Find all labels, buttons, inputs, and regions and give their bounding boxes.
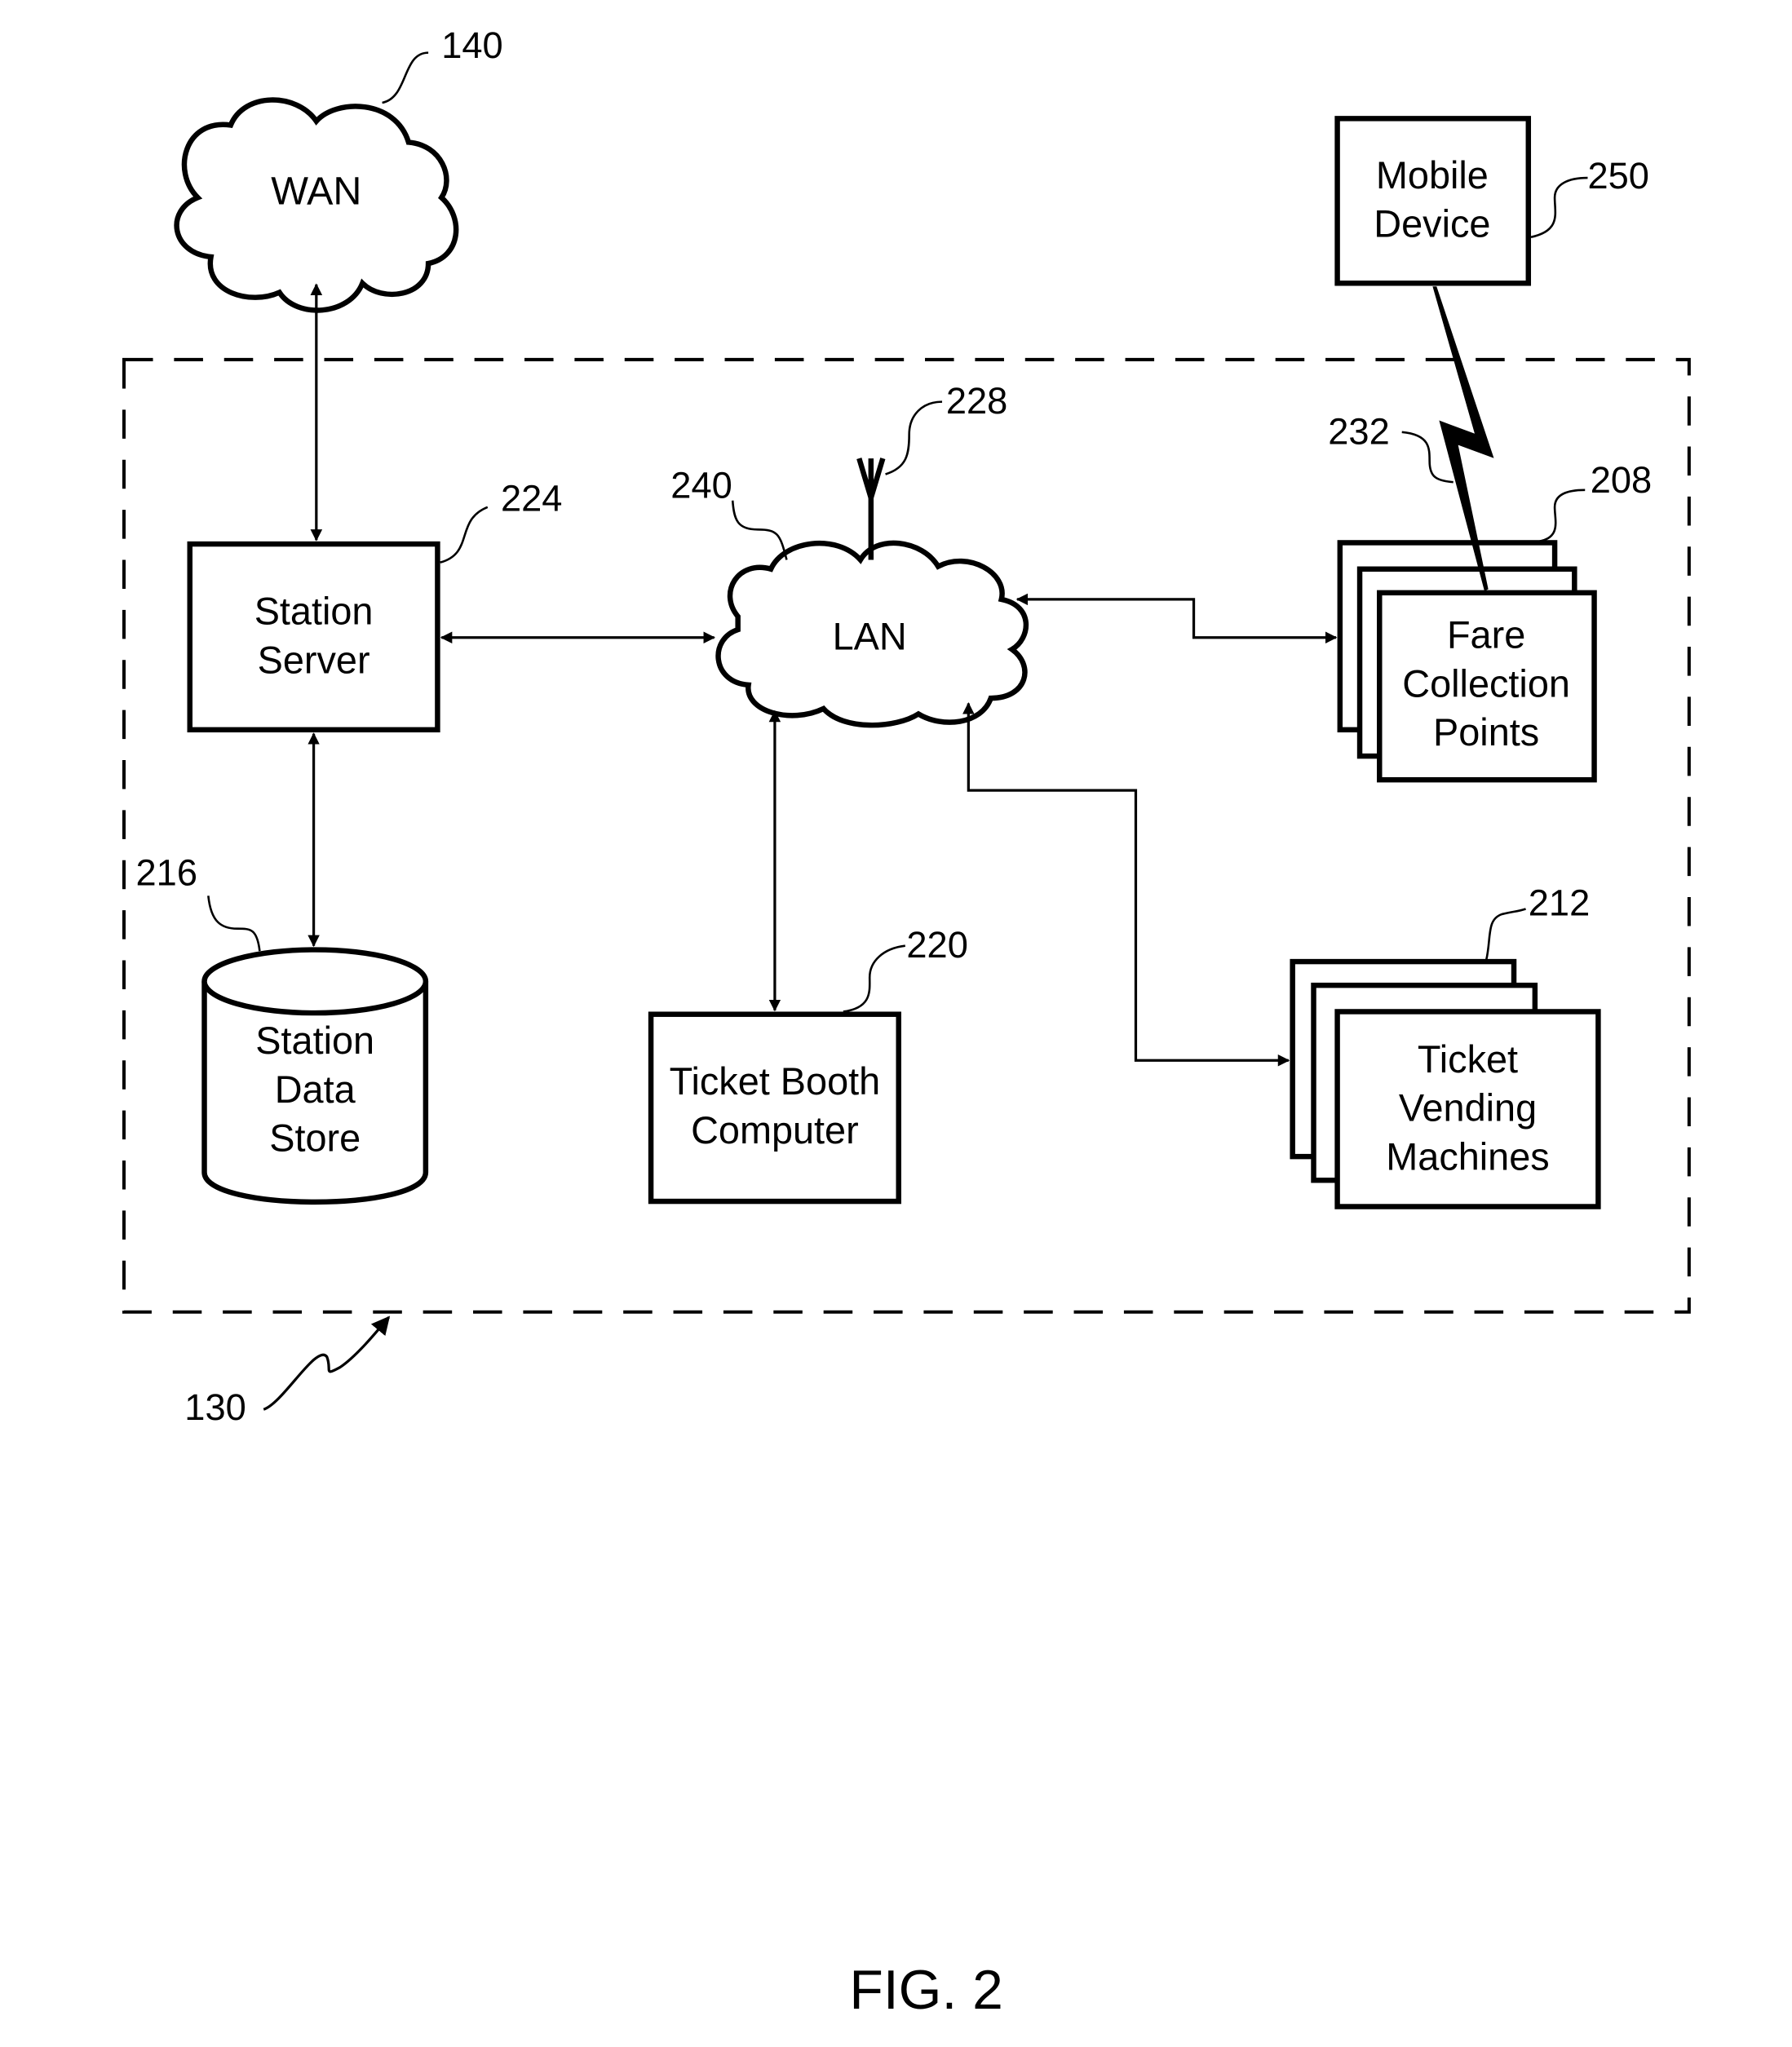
station-server-leader [440, 506, 489, 564]
mobile-device-line-1: Mobile [1376, 154, 1489, 197]
station-server-box: Station Server [187, 541, 440, 733]
ticket-booth-line-2: Computer [691, 1109, 859, 1152]
mobile-device-box: Mobile Device [1334, 116, 1532, 286]
ticket-vending-stack: Ticket Vending Machines [1290, 958, 1601, 1209]
fare-collection-ref: 208 [1591, 459, 1652, 501]
station-server-line-1: Station [254, 590, 374, 633]
mobile-device-line-2: Device [1374, 203, 1490, 245]
lan-ref: 240 [670, 465, 732, 506]
antenna-ref: 228 [946, 380, 1007, 422]
wan-label: WAN [271, 169, 361, 213]
mobile-device-leader [1530, 176, 1588, 238]
ticket-booth-line-1: Ticket Booth [670, 1060, 881, 1103]
ticket-vending-leader [1484, 908, 1526, 961]
wireless-link-ref: 232 [1328, 410, 1389, 452]
mobile-device-ref: 250 [1587, 155, 1648, 197]
ticket-vending-line-1: Ticket [1418, 1038, 1518, 1081]
wan-leader [382, 51, 429, 104]
system-ref: 130 [184, 1386, 246, 1428]
ticket-booth-box: Ticket Booth Computer [648, 1011, 901, 1205]
lan-fare-link [1015, 593, 1338, 644]
station-data-store-line-3: Store [269, 1117, 361, 1160]
antenna-leader [885, 400, 943, 475]
station-data-store-cylinder: Station Data Store [201, 947, 429, 1205]
patent-figure: WAN 140 Station Server 224 LAN 240 228 M… [122, 24, 1691, 2021]
fare-collection-line-3: Points [1433, 711, 1539, 754]
station-data-store-leader [207, 895, 261, 952]
station-server-ref: 224 [501, 478, 562, 519]
ticket-vending-ref: 212 [1529, 882, 1590, 924]
lan-leader [731, 500, 788, 560]
fare-collection-line-2: Collection [1402, 662, 1570, 705]
figure-caption: FIG. 2 [849, 1960, 1002, 2021]
lan-vending-link [962, 702, 1290, 1067]
wan-ref: 140 [441, 24, 502, 66]
fare-collection-stack: Fare Collection Points [1337, 540, 1597, 783]
station-data-store-line-1: Station [255, 1019, 374, 1062]
station-data-store-line-2: Data [275, 1068, 356, 1111]
fare-collection-leader [1538, 489, 1586, 543]
ticket-booth-leader [843, 944, 905, 1013]
station-data-store-ref: 216 [136, 851, 197, 893]
wan-cloud: WAN [174, 97, 459, 313]
station-server-line-2: Server [258, 639, 370, 681]
ticket-booth-ref: 220 [906, 924, 967, 966]
system-ref-pointer [263, 1315, 391, 1411]
lan-cloud: LAN [715, 540, 1029, 728]
ticket-vending-line-3: Machines [1386, 1135, 1549, 1178]
lan-label: LAN [833, 615, 907, 657]
ticket-vending-line-2: Vending [1399, 1087, 1537, 1130]
fare-collection-line-1: Fare [1447, 614, 1525, 657]
